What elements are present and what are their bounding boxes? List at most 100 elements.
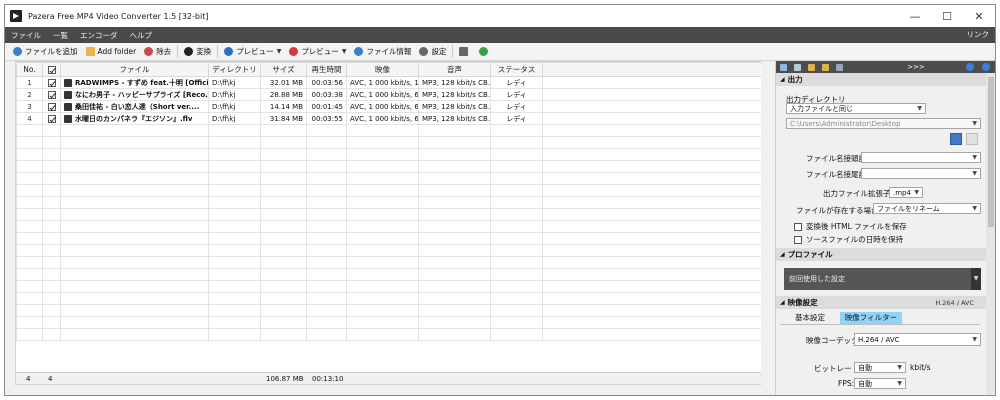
- cell-empty: [346, 184, 419, 197]
- tab-basic-settings[interactable]: 基本設定: [780, 312, 840, 324]
- col-header-duration[interactable]: 再生時間: [306, 62, 347, 77]
- suffix-input[interactable]: ▼: [861, 168, 981, 179]
- col-header-check[interactable]: [42, 62, 61, 77]
- grid-scrollbar[interactable]: [761, 61, 771, 385]
- col-header-directory[interactable]: ディレクトリ: [208, 62, 261, 77]
- col-header-file[interactable]: ファイル: [60, 62, 209, 77]
- cell-status: レディ: [490, 76, 543, 89]
- tab-document[interactable]: [790, 61, 804, 73]
- file-info-button[interactable]: ファイル情報: [350, 44, 415, 60]
- cell-empty: [260, 280, 307, 293]
- table-row-empty: [16, 256, 770, 269]
- checkbox[interactable]: [794, 222, 802, 231]
- cell-empty: [60, 328, 209, 341]
- cell-empty: [542, 304, 770, 317]
- bitrate-value: 自動: [858, 364, 872, 372]
- cell-empty: [346, 244, 419, 257]
- preview-button-2[interactable]: プレビュー ▼: [285, 44, 350, 60]
- profile-section-header[interactable]: ◢ プロファイル: [776, 248, 986, 261]
- col-header-size[interactable]: サイズ: [260, 62, 307, 77]
- bitrate-select[interactable]: 自動 ▼: [854, 362, 906, 373]
- video-codec-value: H.264 / AVC: [858, 336, 900, 344]
- cell-no: 2: [16, 88, 43, 101]
- menu-encoder[interactable]: エンコーダ: [74, 30, 124, 41]
- tab-advanced[interactable]: [832, 61, 846, 73]
- cell-empty: [60, 220, 209, 233]
- table-row[interactable]: 2 なにわ男子 - ハッピーサプライズ [Reco... D:\ff\kj 28.88…: [16, 88, 770, 101]
- file-exists-select[interactable]: ファイルをリネーム ▼: [873, 203, 981, 214]
- row-checkbox[interactable]: [47, 102, 56, 111]
- keep-date-checkbox[interactable]: ソースファイルの日時を保持: [794, 234, 903, 245]
- app-logo-icon: [10, 10, 22, 22]
- checkbox-all[interactable]: [47, 66, 56, 74]
- panel-scrollbar-thumb[interactable]: [988, 77, 994, 227]
- cell-empty: [346, 220, 419, 233]
- video-section-header[interactable]: ◢ 映像設定 H.264 / AVC: [776, 296, 986, 309]
- menu-links[interactable]: リンク: [967, 27, 990, 43]
- cell-empty: [418, 280, 491, 293]
- minimize-button[interactable]: —: [899, 5, 931, 27]
- add-folder-button[interactable]: Add folder: [82, 44, 141, 60]
- cell-empty: [490, 232, 543, 245]
- video-codec-select[interactable]: H.264 / AVC ▼: [854, 333, 981, 346]
- cell-empty: [346, 280, 419, 293]
- extension-select[interactable]: .mp4 ▼: [889, 187, 923, 198]
- row-checkbox[interactable]: [47, 90, 56, 99]
- output-dir-path-field[interactable]: C:\Users\Administrator\Desktop ▼: [786, 118, 981, 129]
- maximize-button[interactable]: ☐: [931, 5, 963, 27]
- tab-output[interactable]: [776, 61, 790, 73]
- more-options-button[interactable]: [966, 133, 978, 145]
- tab-audio[interactable]: [818, 61, 832, 73]
- col-header-audio[interactable]: 音声: [418, 62, 491, 77]
- tab-video-filter[interactable]: 映像フィルター: [840, 312, 902, 324]
- tab-video[interactable]: [804, 61, 818, 73]
- keep-date-label: ソースファイルの日時を保持: [806, 235, 904, 244]
- cell-video: AVC, 1 000 kbit/s, 6...: [346, 88, 419, 101]
- col-header-no[interactable]: No.: [16, 62, 43, 77]
- menu-file[interactable]: ファイル: [5, 30, 47, 41]
- cell-empty: [60, 268, 209, 281]
- cell-file: RADWIMPS - すずめ feat.十明 [Official...: [60, 76, 209, 89]
- close-button[interactable]: ✕: [963, 5, 995, 27]
- cell-empty: [542, 136, 770, 149]
- table-row[interactable]: 1 RADWIMPS - すずめ feat.十明 [Official... D:\f…: [16, 76, 770, 89]
- table-row-empty: [16, 136, 770, 149]
- cell-empty: [42, 172, 61, 185]
- profile-select[interactable]: 前回使用した設定 ▼: [784, 268, 981, 290]
- col-header-video[interactable]: 映像: [346, 62, 419, 77]
- prefix-input[interactable]: ▼: [861, 152, 981, 163]
- cell-empty: [542, 268, 770, 281]
- collapse-all-icon[interactable]: [966, 63, 974, 71]
- output-section-header[interactable]: ◢ 出力: [776, 73, 995, 86]
- cell-empty: [42, 304, 61, 317]
- pin-button[interactable]: [475, 44, 495, 60]
- cell-audio: MP3, 128 kbit/s CB...: [418, 88, 491, 101]
- settings-button[interactable]: 設定: [415, 44, 450, 60]
- chevron-down-icon: ▼: [972, 154, 977, 161]
- menu-help[interactable]: ヘルプ: [124, 30, 159, 41]
- more-tabs-button[interactable]: >>>: [886, 61, 946, 73]
- cell-audio: MP3, 128 kbit/s CB...: [418, 112, 491, 125]
- menu-list[interactable]: 一覧: [47, 30, 74, 41]
- document-tab-icon: [793, 63, 801, 71]
- expand-all-icon[interactable]: [982, 63, 990, 71]
- table-row[interactable]: 4 水曜日のカンパネラ『エジソン』.flv D:\ff\kj 31.84 MB 00:0…: [16, 112, 770, 125]
- cell-empty: [346, 208, 419, 221]
- fps-select[interactable]: 自動 ▼: [854, 378, 906, 389]
- row-checkbox[interactable]: [47, 114, 56, 123]
- preview-button-1[interactable]: プレビュー ▼: [220, 44, 285, 60]
- panel-scrollbar[interactable]: [986, 73, 995, 395]
- chevron-down-icon: ▼: [972, 120, 977, 127]
- output-dir-mode-select[interactable]: 入力ファイルと同じ ▼: [786, 103, 926, 114]
- remove-button[interactable]: 除去: [140, 44, 175, 60]
- home-button[interactable]: [455, 44, 475, 60]
- browse-folder-button[interactable]: [950, 133, 962, 145]
- convert-button[interactable]: 変換: [180, 44, 215, 60]
- table-row[interactable]: 3 桑田佳祐 - 白い恋人達（Short ver.... D:\ff\kj 14.14…: [16, 100, 770, 113]
- col-header-status[interactable]: ステータス: [490, 62, 543, 77]
- add-file-button[interactable]: ファイルを追加: [9, 44, 82, 60]
- save-html-checkbox[interactable]: 変換後 HTML ファイルを保存: [794, 221, 907, 232]
- checkbox[interactable]: [794, 235, 802, 244]
- row-checkbox[interactable]: [47, 78, 56, 87]
- cell-empty: [42, 280, 61, 293]
